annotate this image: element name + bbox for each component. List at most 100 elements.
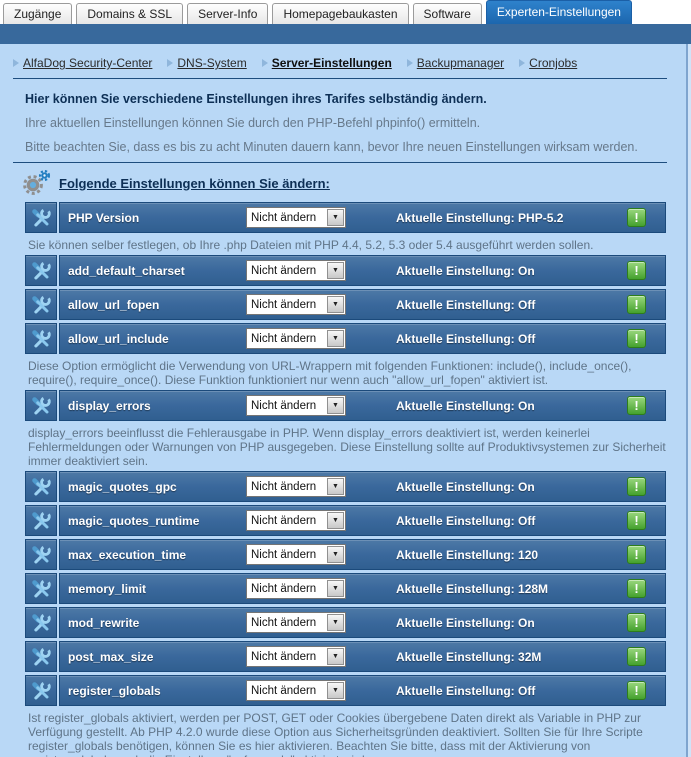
tab-bar: ZugängeDomains & SSLServer-InfoHomepageb… xyxy=(0,0,691,24)
setting-value-prefix: Aktuelle Einstellung: xyxy=(396,650,515,664)
setting-current-value: Aktuelle Einstellung: 128M xyxy=(396,582,548,596)
dropdown-mod-rewrite[interactable]: Nicht ändern▼ xyxy=(246,612,346,633)
setting-row-php-version: PHP VersionNicht ändern▼Aktuelle Einstel… xyxy=(25,202,666,233)
tools-icon xyxy=(29,394,53,418)
setting-name: allow_url_fopen xyxy=(68,298,159,312)
setting-current-value: Aktuelle Einstellung: Off xyxy=(396,332,535,346)
chevron-down-icon: ▼ xyxy=(332,301,339,308)
page-right-border xyxy=(686,44,691,757)
apply-button-display-errors[interactable]: ! xyxy=(627,396,646,415)
tab-domains-ssl[interactable]: Domains & SSL xyxy=(76,3,183,24)
dropdown-selected-value: Nicht ändern xyxy=(247,549,326,561)
dropdown-selected-value: Nicht ändern xyxy=(247,617,326,629)
apply-button-post-max-size[interactable]: ! xyxy=(627,647,646,666)
setting-main-cell: post_max_sizeNicht ändern▼Aktuelle Einst… xyxy=(59,641,666,672)
apply-button-mod-rewrite[interactable]: ! xyxy=(627,613,646,632)
dropdown-button[interactable]: ▼ xyxy=(327,512,344,529)
dropdown-register-globals[interactable]: Nicht ändern▼ xyxy=(246,680,346,701)
dropdown-selected-value: Nicht ändern xyxy=(247,583,326,595)
setting-value-prefix: Aktuelle Einstellung: xyxy=(396,264,515,278)
dropdown-button[interactable]: ▼ xyxy=(327,648,344,665)
dropdown-button[interactable]: ▼ xyxy=(327,296,344,313)
setting-row-magic-quotes-runtime: magic_quotes_runtimeNicht ändern▼Aktuell… xyxy=(25,505,666,536)
breadcrumb-label: Cronjobs xyxy=(529,56,577,70)
setting-row-post-max-size: post_max_sizeNicht ändern▼Aktuelle Einst… xyxy=(25,641,666,672)
tab-homepagebaukasten[interactable]: Homepagebaukasten xyxy=(272,3,408,24)
section-title-link[interactable]: Folgende Einstellungen können Sie ändern… xyxy=(59,176,330,191)
dropdown-button[interactable]: ▼ xyxy=(327,397,344,414)
dropdown-button[interactable]: ▼ xyxy=(327,580,344,597)
tab-experten-einstellungen[interactable]: Experten-Einstellungen xyxy=(486,0,632,24)
section-heading: Folgende Einstellungen können Sie ändern… xyxy=(20,167,691,199)
dropdown-button[interactable]: ▼ xyxy=(327,614,344,631)
dropdown-allow-url-include[interactable]: Nicht ändern▼ xyxy=(246,328,346,349)
setting-current-value: Aktuelle Einstellung: 120 xyxy=(396,548,538,562)
apply-button-add-default-charset[interactable]: ! xyxy=(627,261,646,280)
dropdown-allow-url-fopen[interactable]: Nicht ändern▼ xyxy=(246,294,346,315)
tab-server-info[interactable]: Server-Info xyxy=(187,3,268,24)
apply-button-allow-url-include[interactable]: ! xyxy=(627,329,646,348)
setting-value-text: On xyxy=(518,264,535,278)
tools-icon xyxy=(29,206,53,230)
breadcrumb-item-server-einstellungen[interactable]: Server-Einstellungen xyxy=(262,56,392,70)
chevron-down-icon: ▼ xyxy=(332,551,339,558)
dropdown-display-errors[interactable]: Nicht ändern▼ xyxy=(246,395,346,416)
setting-row-magic-quotes-gpc: magic_quotes_gpcNicht ändern▼Aktuelle Ei… xyxy=(25,471,666,502)
breadcrumb-arrow-icon xyxy=(13,59,19,67)
tools-icon xyxy=(29,543,53,567)
chevron-down-icon: ▼ xyxy=(332,653,339,660)
setting-value-text: On xyxy=(518,399,535,413)
setting-icon-cell xyxy=(25,539,57,570)
dropdown-magic-quotes-runtime[interactable]: Nicht ändern▼ xyxy=(246,510,346,531)
setting-value-text: 32M xyxy=(518,650,541,664)
apply-button-php-version[interactable]: ! xyxy=(627,208,646,227)
breadcrumb-item-backupmanager[interactable]: Backupmanager xyxy=(407,56,504,70)
tools-icon xyxy=(29,645,53,669)
dropdown-max-execution-time[interactable]: Nicht ändern ▼ xyxy=(246,544,346,565)
tools-icon xyxy=(29,509,53,533)
setting-name: memory_limit xyxy=(68,582,146,596)
apply-button-memory-limit[interactable]: ! xyxy=(627,579,646,598)
chevron-down-icon: ▼ xyxy=(332,483,339,490)
setting-name: add_default_charset xyxy=(68,264,185,278)
setting-icon-cell xyxy=(25,505,57,536)
setting-icon-cell xyxy=(25,641,57,672)
dropdown-post-max-size[interactable]: Nicht ändern ▼ xyxy=(246,646,346,667)
setting-row-allow-url-include: allow_url_includeNicht ändern▼Aktuelle E… xyxy=(25,323,666,354)
dropdown-selected-value: Nicht ändern xyxy=(247,651,326,663)
tab-software[interactable]: Software xyxy=(413,3,482,24)
dropdown-add-default-charset[interactable]: Nicht ändern▼ xyxy=(246,260,346,281)
dropdown-button[interactable]: ▼ xyxy=(327,209,344,226)
setting-note-display-errors: display_errors beeinflusst die Fehleraus… xyxy=(28,426,666,468)
dropdown-memory-limit[interactable]: Nicht ändern▼ xyxy=(246,578,346,599)
apply-button-magic-quotes-runtime[interactable]: ! xyxy=(627,511,646,530)
dropdown-button[interactable]: ▼ xyxy=(327,546,344,563)
chevron-down-icon: ▼ xyxy=(332,687,339,694)
setting-icon-cell xyxy=(25,255,57,286)
setting-name: magic_quotes_gpc xyxy=(68,480,177,494)
setting-main-cell: max_execution_time Nicht ändern ▼ Aktuelle … xyxy=(59,539,666,570)
dropdown-button[interactable]: ▼ xyxy=(327,478,344,495)
apply-button-register-globals[interactable]: ! xyxy=(627,681,646,700)
apply-button-magic-quotes-gpc[interactable]: ! xyxy=(627,477,646,496)
chevron-down-icon: ▼ xyxy=(332,214,339,221)
tools-icon xyxy=(29,293,53,317)
dropdown-php-version[interactable]: Nicht ändern▼ xyxy=(246,207,346,228)
setting-name: max_execution_time xyxy=(68,548,186,562)
apply-button-allow-url-fopen[interactable]: ! xyxy=(627,295,646,314)
dropdown-button[interactable]: ▼ xyxy=(327,682,344,699)
breadcrumb-item-alfadog-security-center[interactable]: AlfaDog Security-Center xyxy=(13,56,152,70)
settings-list: PHP VersionNicht ändern▼Aktuelle Einstel… xyxy=(25,202,666,757)
dropdown-magic-quotes-gpc[interactable]: Nicht ändern▼ xyxy=(246,476,346,497)
apply-button-max-execution-time[interactable]: ! xyxy=(627,545,646,564)
setting-icon-cell xyxy=(25,289,57,320)
chevron-down-icon: ▼ xyxy=(332,267,339,274)
dropdown-button[interactable]: ▼ xyxy=(327,330,344,347)
setting-name: PHP Version xyxy=(68,211,139,225)
setting-main-cell: magic_quotes_gpcNicht ändern▼Aktuelle Ei… xyxy=(59,471,666,502)
tab-zug-nge[interactable]: Zugänge xyxy=(3,3,72,24)
setting-row-register-globals: register_globalsNicht ändern▼Aktuelle Ei… xyxy=(25,675,666,706)
dropdown-button[interactable]: ▼ xyxy=(327,262,344,279)
breadcrumb-item-dns-system[interactable]: DNS-System xyxy=(167,56,246,70)
breadcrumb-item-cronjobs[interactable]: Cronjobs xyxy=(519,56,577,70)
